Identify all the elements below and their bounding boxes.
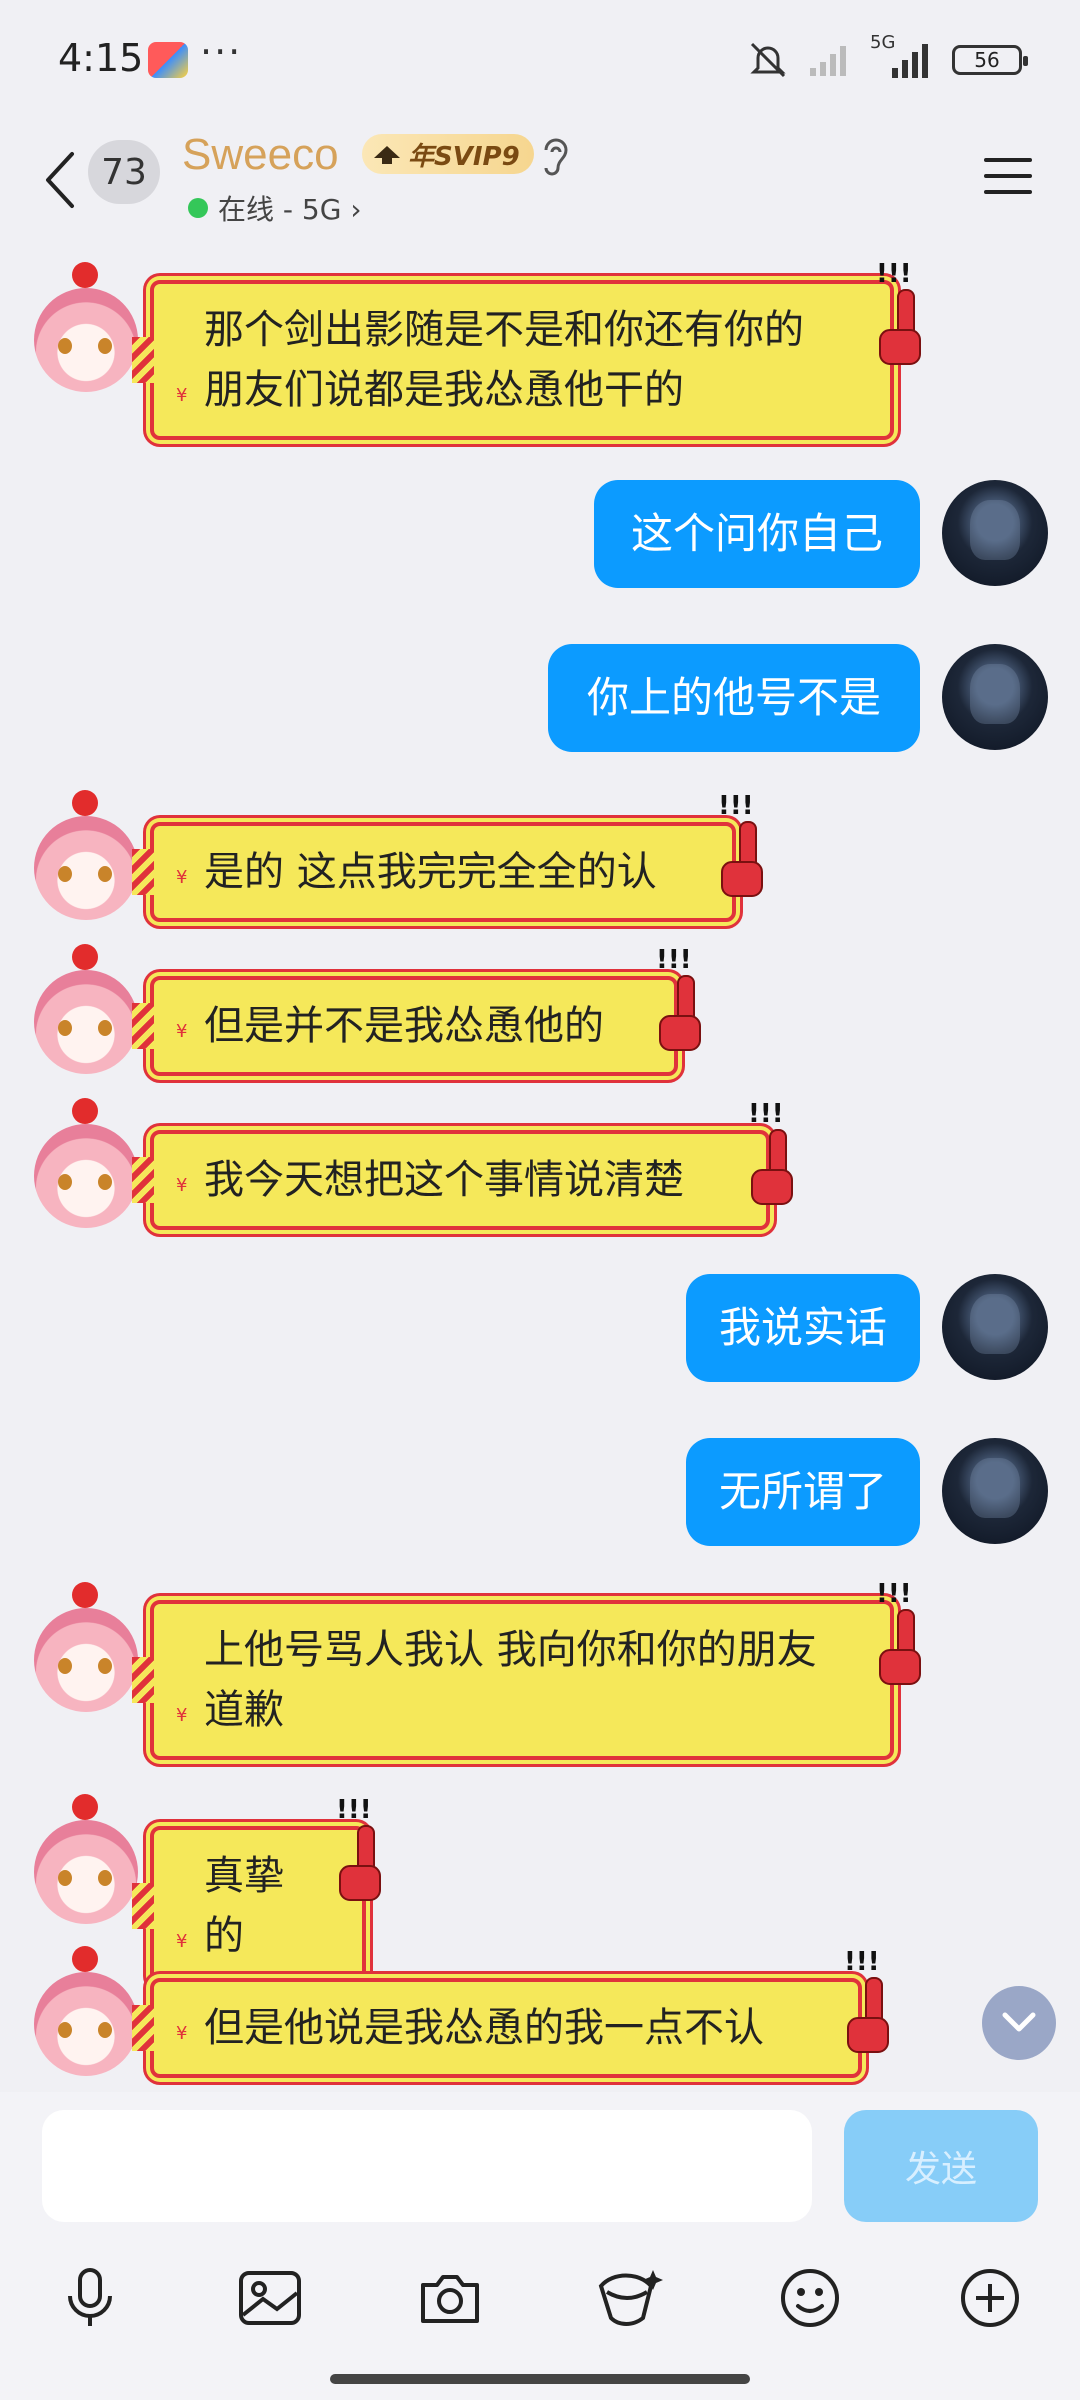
status-bar: 4:15 ··· 5G 56: [0, 0, 1080, 120]
message-text: 是的 这点我完完全全的认: [204, 849, 657, 895]
chat-header: 73 Sweeco 年SVIP9 在线 - 5G ›: [0, 120, 1080, 240]
menu-icon[interactable]: [980, 148, 1036, 204]
message-bubble-incoming[interactable]: 是的 这点我完完全全的认 ¥: [132, 822, 736, 922]
message-bubble-outgoing[interactable]: 无所谓了: [686, 1438, 920, 1546]
message-text: 真挚的: [204, 1853, 284, 1959]
contact-avatar[interactable]: [34, 262, 138, 392]
ear-icon[interactable]: [536, 134, 576, 178]
signal-5g-icon: 5G: [870, 32, 934, 80]
contact-avatar[interactable]: [34, 1582, 138, 1712]
svg-text:!!!: !!!: [718, 792, 754, 821]
contact-avatar[interactable]: [34, 790, 138, 920]
send-button[interactable]: 发送: [844, 2110, 1038, 2222]
emoji-icon[interactable]: [774, 2262, 846, 2334]
message-bubble-outgoing[interactable]: 这个问你自己: [594, 480, 920, 588]
status-indicators: 5G 56: [746, 32, 1028, 80]
bubble-yen-mark: ¥: [176, 1021, 188, 1042]
contact-name[interactable]: Sweeco: [182, 130, 339, 180]
thumbs-up-icon: !!!: [748, 1100, 793, 1205]
my-avatar[interactable]: [942, 1274, 1048, 1380]
chevron-down-icon: [1002, 2012, 1036, 2032]
message-row-outgoing: 我说实话: [0, 1274, 1080, 1394]
message-row-outgoing: 你上的他号不是: [0, 644, 1080, 764]
contact-avatar[interactable]: [34, 1794, 138, 1924]
message-row-outgoing: 这个问你自己: [0, 480, 1080, 600]
my-avatar[interactable]: [942, 1438, 1048, 1544]
camera-icon[interactable]: [414, 2262, 486, 2334]
mute-icon: [750, 42, 786, 78]
my-avatar[interactable]: [942, 480, 1048, 586]
bubble-yen-mark: ¥: [176, 867, 188, 888]
thumbs-up-icon: !!!: [718, 792, 763, 897]
svip-badge[interactable]: 年SVIP9: [362, 134, 534, 174]
thumbs-up-icon: !!!: [656, 946, 701, 1051]
message-bubble-incoming[interactable]: 上他号骂人我认 我向你和你的朋友道歉 ¥: [132, 1600, 894, 1760]
contact-avatar[interactable]: [34, 1098, 138, 1228]
svg-text:!!!: !!!: [748, 1100, 784, 1129]
message-text: 但是他说是我怂恿的我一点不认: [204, 2005, 764, 2051]
bubble-yen-mark: ¥: [176, 1175, 188, 1196]
message-row-incoming: 真挚的 ¥ !!!: [0, 1794, 1080, 1986]
message-bubble-outgoing[interactable]: 我说实话: [686, 1274, 920, 1382]
more-notifications-icon: ···: [200, 30, 243, 74]
svip-label: 年SVIP9: [408, 141, 520, 172]
message-bubble-incoming[interactable]: 但是他说是我怂恿的我一点不认 ¥: [132, 1978, 862, 2078]
message-text: 上他号骂人我认 我向你和你的朋友道歉: [204, 1627, 817, 1733]
message-text: 我今天想把这个事情说清楚: [204, 1157, 684, 1203]
scroll-to-bottom-button[interactable]: [982, 1986, 1056, 2060]
app-notification-icon: [148, 42, 188, 78]
signal-1-icon: [810, 46, 846, 76]
message-input[interactable]: [42, 2110, 812, 2222]
microphone-icon[interactable]: [54, 2262, 126, 2334]
message-row-incoming: 但是并不是我怂恿他的 ¥ !!!: [0, 944, 1080, 1086]
plus-icon[interactable]: [954, 2262, 1026, 2334]
message-text: 那个剑出影随是不是和你还有你的朋友们说都是我怂恿他干的: [204, 307, 804, 413]
composer-toolbar: [0, 2262, 1080, 2352]
message-row-incoming: 那个剑出影随是不是和你还有你的朋友们说都是我怂恿他干的 ¥ !!!: [0, 260, 1080, 460]
message-row-incoming: 但是他说是我怂恿的我一点不认 ¥ !!!: [0, 1946, 1080, 2088]
thumbs-up-icon: !!!: [336, 1796, 381, 1901]
message-row-incoming: 上他号骂人我认 我向你和你的朋友道歉 ¥ !!!: [0, 1580, 1080, 1780]
message-row-incoming: 我今天想把这个事情说清楚 ¥ !!!: [0, 1098, 1080, 1240]
svg-text:!!!: !!!: [844, 1948, 880, 1977]
message-bubble-incoming[interactable]: 那个剑出影随是不是和你还有你的朋友们说都是我怂恿他干的 ¥: [132, 280, 894, 440]
svg-text:!!!: !!!: [656, 946, 692, 975]
composer: 发送: [0, 2092, 1080, 2400]
status-time: 4:15: [58, 36, 144, 80]
unread-count-badge[interactable]: 73: [88, 140, 160, 204]
svg-text:!!!: !!!: [336, 1796, 372, 1825]
message-list[interactable]: 那个剑出影随是不是和你还有你的朋友们说都是我怂恿他干的 ¥ !!! 这个问你自己…: [0, 240, 1080, 2092]
online-dot-icon: [188, 198, 208, 218]
hat-icon: [374, 146, 400, 164]
contact-avatar[interactable]: [34, 1946, 138, 2076]
image-icon[interactable]: [234, 2262, 306, 2334]
contact-avatar[interactable]: [34, 944, 138, 1074]
bubble-yen-mark: ¥: [176, 385, 188, 406]
thumbs-up-icon: !!!: [844, 1948, 889, 2053]
message-bubble-outgoing[interactable]: 你上的他号不是: [548, 644, 920, 752]
chevron-left-icon: [46, 152, 74, 208]
message-row-outgoing: 无所谓了: [0, 1438, 1080, 1558]
red-packet-icon[interactable]: [592, 2262, 664, 2334]
back-button[interactable]: [30, 140, 90, 220]
chevron-right-icon: ›: [350, 193, 362, 226]
message-row-incoming: 是的 这点我完完全全的认 ¥ !!!: [0, 790, 1080, 932]
bubble-yen-mark: ¥: [176, 1705, 188, 1726]
my-avatar[interactable]: [942, 644, 1048, 750]
message-text: 但是并不是我怂恿他的: [204, 1003, 604, 1049]
battery-indicator: 56: [952, 45, 1028, 75]
thumbs-up-icon: !!!: [876, 1580, 921, 1685]
bubble-yen-mark: ¥: [176, 2023, 188, 2044]
svg-text:!!!: !!!: [876, 260, 912, 289]
online-status[interactable]: 在线 - 5G ›: [218, 188, 362, 228]
message-bubble-incoming[interactable]: 但是并不是我怂恿他的 ¥: [132, 976, 678, 1076]
message-bubble-incoming[interactable]: 我今天想把这个事情说清楚 ¥: [132, 1130, 770, 1230]
svg-text:!!!: !!!: [876, 1580, 912, 1609]
thumbs-up-icon: !!!: [876, 260, 921, 365]
home-indicator[interactable]: [330, 2374, 750, 2384]
